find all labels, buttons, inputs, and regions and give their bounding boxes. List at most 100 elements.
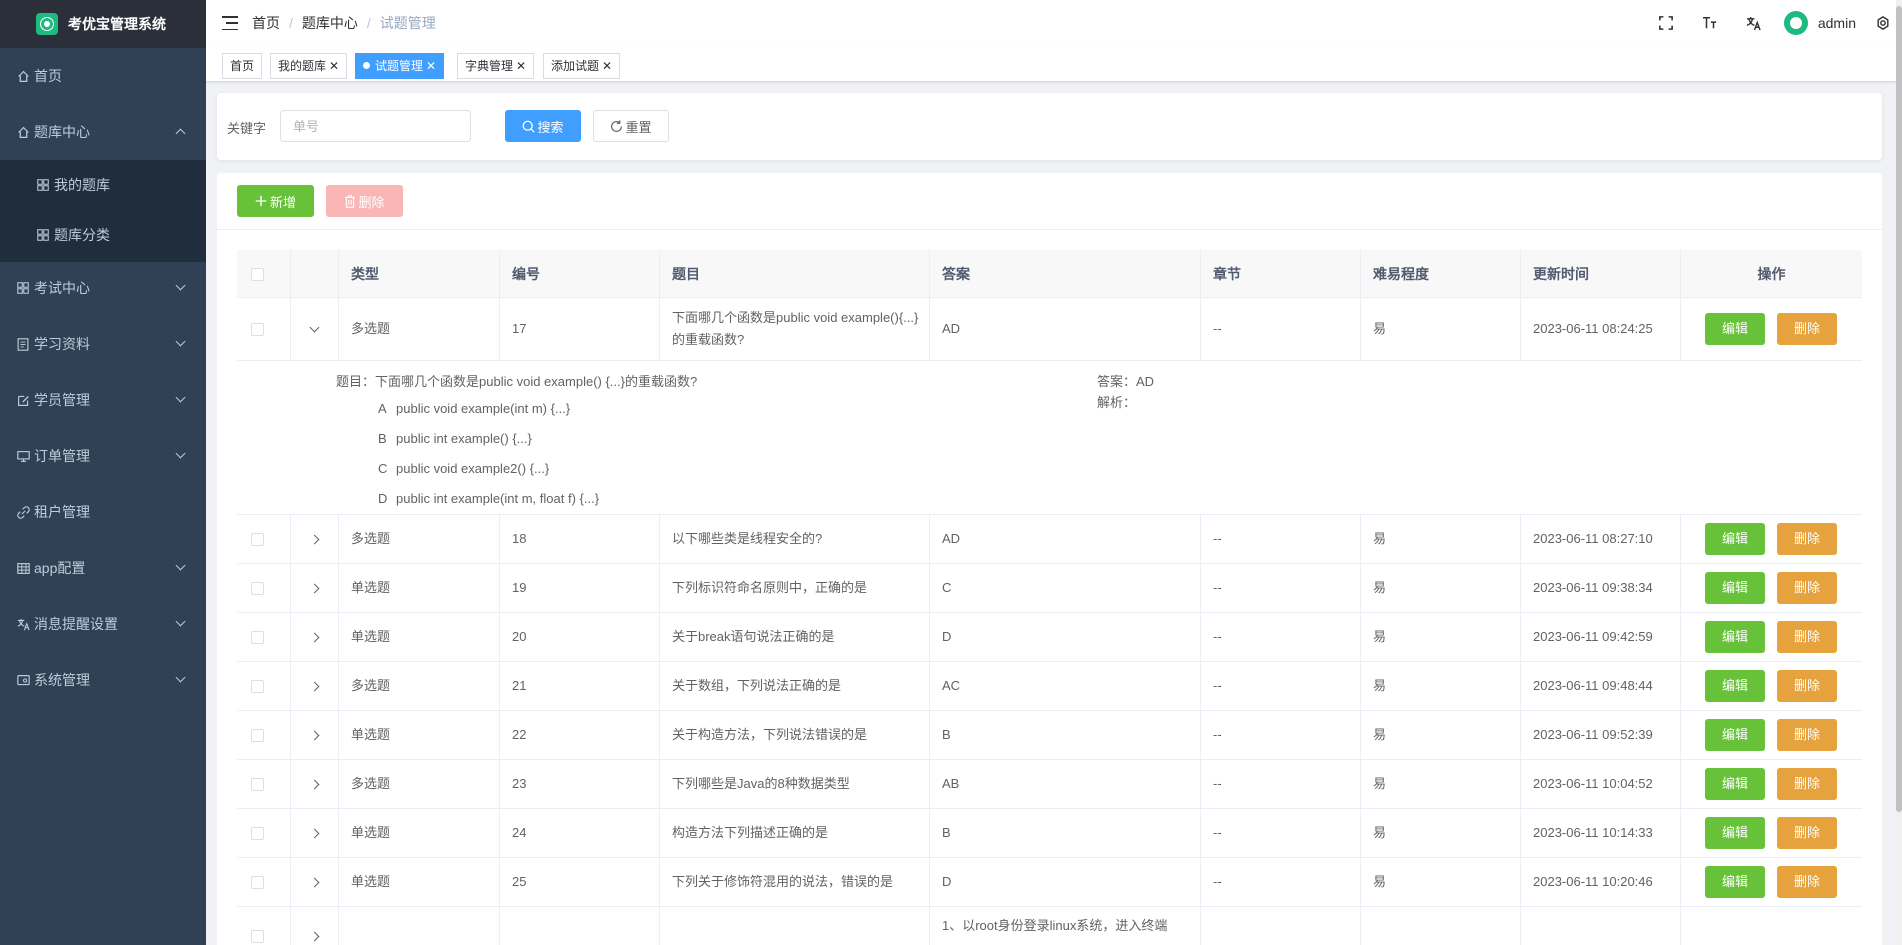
row-checkbox[interactable] (251, 826, 264, 840)
close-icon[interactable]: ✕ (329, 59, 339, 73)
keyword-label: 关键字 (227, 121, 267, 136)
updated-time-text: 2023-06-11 08:24:25 (1533, 321, 1653, 336)
row-checkbox[interactable] (251, 777, 264, 791)
sidebar-item-message-settings[interactable]: 消息提醒设置 (0, 596, 206, 652)
delete-button[interactable]: 删除 (1777, 768, 1837, 800)
difficulty-cell: 易 (1361, 613, 1521, 661)
close-icon[interactable]: ✕ (426, 59, 436, 73)
edit-button[interactable]: 编辑 (1705, 866, 1765, 898)
row-checkbox[interactable] (251, 930, 264, 943)
title-cell: 下列哪些是Java的8种数据类型 (660, 760, 930, 808)
font-size-icon[interactable] (1688, 0, 1732, 46)
delete-button[interactable]: 删除 (1777, 866, 1837, 898)
settings-icon[interactable] (1870, 0, 1896, 46)
tag-my-bank[interactable]: 我的题库 ✕ (270, 53, 348, 79)
row-checkbox[interactable] (251, 581, 264, 595)
column-header-number[interactable]: 编号 (500, 250, 660, 298)
column-header-type[interactable]: 类型 (339, 250, 500, 298)
chevron-right-icon[interactable] (309, 632, 320, 642)
chevron-right-icon[interactable] (309, 931, 320, 942)
sidebar-item-my-bank[interactable]: 我的题库 (0, 160, 206, 210)
column-header-title[interactable]: 题目 (660, 250, 930, 298)
delete-button[interactable]: 删除 (1777, 621, 1837, 653)
chevron-right-icon[interactable] (309, 877, 320, 887)
breadcrumb-item[interactable]: 题库中心 (302, 13, 358, 33)
row-checkbox[interactable] (251, 630, 264, 644)
sidebar-item-tenant-management[interactable]: 租户管理 (0, 484, 206, 540)
delete-button[interactable]: 删除 (1777, 817, 1837, 849)
tag-question-management[interactable]: 试题管理 ✕ (355, 53, 445, 79)
edit-button[interactable]: 编辑 (1705, 313, 1765, 345)
tag-add-question[interactable]: 添加试题 ✕ (543, 53, 621, 79)
batch-delete-button[interactable]: 删除 (326, 185, 403, 217)
answer-text: B (942, 727, 951, 742)
edit-button[interactable]: 编辑 (1705, 572, 1765, 604)
edit-button[interactable]: 编辑 (1705, 621, 1765, 653)
edit-button[interactable]: 编辑 (1705, 523, 1765, 555)
sidebar-item-system-management[interactable]: 系统管理 (0, 652, 206, 708)
chevron-right-icon[interactable] (309, 534, 320, 544)
delete-button[interactable]: 删除 (1777, 719, 1837, 751)
table-row: 多选题 21 关于数组，下列说法正确的是 AC -- 易 2023-06-11 09:48:… (237, 662, 1862, 711)
column-header-chapter[interactable]: 章节 (1201, 250, 1361, 298)
edit-button[interactable]: 编辑 (1705, 817, 1765, 849)
sidebar-item-bank-category[interactable]: 题库分类 (0, 210, 206, 260)
sidebar-item-home[interactable]: 首页 (0, 48, 206, 104)
sidebar-item-study-materials[interactable]: 学习资料 (0, 316, 206, 372)
fullscreen-icon[interactable] (1644, 0, 1688, 46)
sidebar-item-order-management[interactable]: 订单管理 (0, 428, 206, 484)
chapter-text: -- (1213, 825, 1222, 840)
sidebar-item-label: 我的题库 (54, 177, 110, 193)
close-icon[interactable]: ✕ (602, 59, 612, 73)
avatar[interactable] (1783, 11, 1808, 35)
edit-button[interactable]: 编辑 (1705, 768, 1765, 800)
breadcrumb-item[interactable]: 首页 (252, 13, 280, 33)
row-checkbox[interactable] (251, 728, 264, 742)
table-icon (16, 561, 30, 575)
column-header-difficulty[interactable]: 难易程度 (1361, 250, 1521, 298)
row-checkbox[interactable] (251, 679, 264, 693)
delete-button[interactable]: 删除 (1777, 670, 1837, 702)
chevron-right-icon[interactable] (309, 828, 320, 838)
edit-button[interactable]: 编辑 (1705, 719, 1765, 751)
edit-button[interactable]: 编辑 (1705, 670, 1765, 702)
sidebar-item-student-management[interactable]: 学员管理 (0, 372, 206, 428)
chevron-down-icon[interactable] (309, 322, 320, 332)
delete-button[interactable]: 删除 (1777, 523, 1837, 555)
sidebar-item-question-bank[interactable]: 题库中心 (0, 104, 206, 160)
column-header-answer[interactable]: 答案 (930, 250, 1201, 298)
row-checkbox[interactable] (251, 322, 264, 336)
row-checkbox-cell (237, 613, 291, 661)
reset-button[interactable]: 重置 (593, 110, 669, 142)
answer-text: AB (942, 776, 960, 791)
chevron-right-icon[interactable] (309, 583, 320, 593)
page-scrollbar[interactable] (1896, 0, 1902, 945)
tag-home[interactable]: 首页 (222, 53, 263, 79)
row-checkbox[interactable] (251, 875, 264, 889)
type-text: 多选题 (351, 776, 391, 791)
column-header-updated[interactable]: 更新时间 (1521, 250, 1681, 298)
select-all-checkbox[interactable] (251, 267, 264, 281)
close-icon[interactable]: ✕ (516, 59, 526, 73)
chevron-right-icon[interactable] (309, 730, 320, 740)
title-cell: 下列标识符命名原则中，正确的是 (660, 564, 930, 612)
hamburger-icon[interactable] (222, 16, 238, 30)
chevron-right-icon[interactable] (309, 681, 320, 691)
delete-button[interactable]: 删除 (1777, 572, 1837, 604)
delete-button[interactable]: 删除 (1777, 313, 1837, 345)
actions-cell: 编辑 删除 (1681, 662, 1862, 710)
sidebar-item-exam-center[interactable]: 考试中心 (0, 260, 206, 316)
scrollbar-thumb[interactable] (1896, 6, 1902, 812)
username[interactable]: admin (1818, 15, 1856, 31)
chevron-right-icon[interactable] (309, 779, 320, 789)
row-checkbox[interactable] (251, 532, 264, 546)
add-button[interactable]: 新增 (237, 185, 314, 217)
search-button[interactable]: 搜索 (505, 110, 581, 142)
search-icon (523, 120, 536, 133)
tag-dictionary[interactable]: 字典管理 ✕ (457, 53, 535, 79)
answer-cell: 1、以root身份登录linux系统，进入终端 (930, 907, 1201, 945)
translate-icon[interactable] (1732, 0, 1776, 46)
app-logo[interactable]: 考优宝管理系统 (0, 0, 206, 48)
keyword-input[interactable] (280, 110, 471, 142)
sidebar-item-app-config[interactable]: app配置 (0, 540, 206, 596)
